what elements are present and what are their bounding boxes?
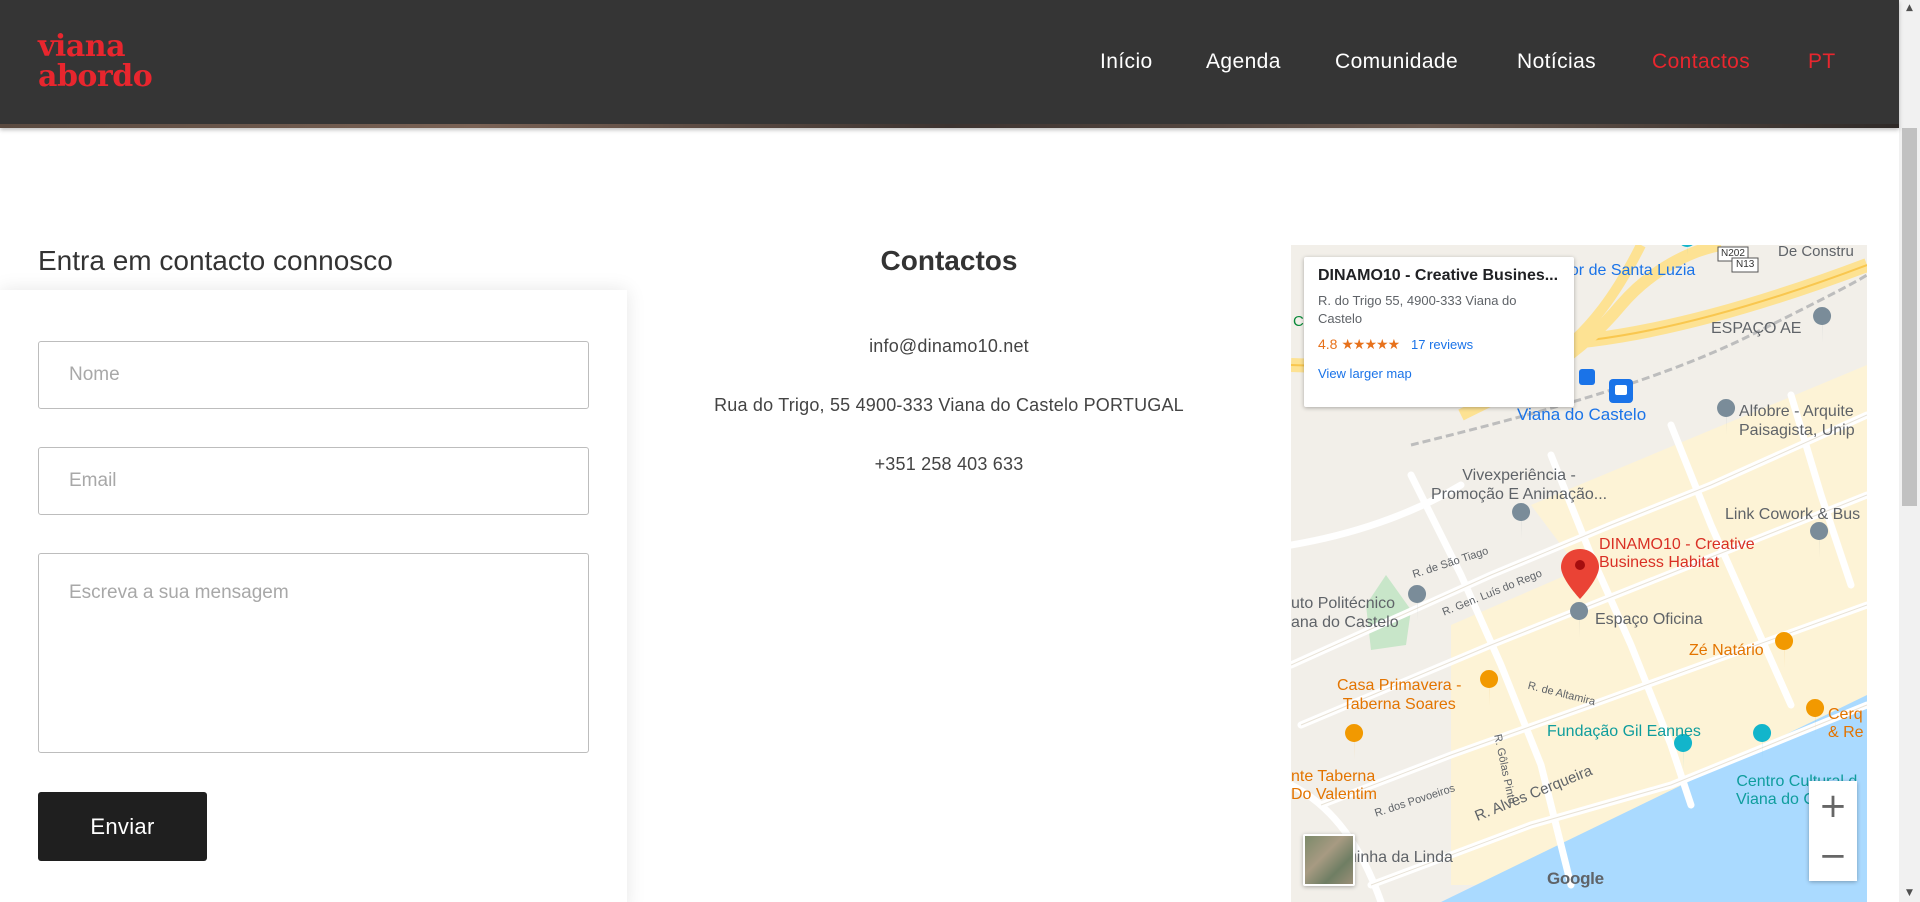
road-shield-n202: N202 bbox=[1721, 248, 1745, 259]
map-label-de-constru: De Constru bbox=[1778, 245, 1854, 260]
satellite-layer-toggle[interactable] bbox=[1303, 834, 1355, 886]
page-scrollbar[interactable]: ▲ ▼ bbox=[1899, 0, 1920, 902]
place-rating: 4.8 ★★★★★ 17 reviews bbox=[1318, 336, 1560, 353]
zoom-in-button[interactable]: + bbox=[1809, 781, 1857, 831]
header-image-strip bbox=[0, 124, 1899, 128]
map-label-vivexperiencia: Vivexperiência - Promoção E Animação... bbox=[1431, 467, 1608, 503]
road-shield-n13: N13 bbox=[1736, 259, 1755, 270]
map-label-politecnico: uto Politécnico ana do Castelo bbox=[1291, 595, 1399, 631]
view-larger-map-link[interactable]: View larger map bbox=[1318, 366, 1560, 381]
main-nav: Início Agenda Comunidade Notícias Contac… bbox=[0, 50, 1899, 80]
contact-phone[interactable]: +351 258 403 633 bbox=[627, 454, 1271, 475]
map-label-fundacao: Fundação Gil Eannes bbox=[1547, 723, 1701, 740]
contacts-title: Contactos bbox=[880, 245, 1018, 276]
scroll-up-icon[interactable]: ▲ bbox=[1899, 0, 1920, 17]
nav-item-noticias[interactable]: Notícias bbox=[1517, 50, 1596, 74]
name-input[interactable] bbox=[38, 341, 589, 409]
map-label-c: C bbox=[1293, 313, 1304, 330]
nav-item-comunidade[interactable]: Comunidade bbox=[1335, 50, 1458, 74]
map-label-espaco-ae: ESPAÇO AE bbox=[1711, 320, 1802, 337]
map-label-santa-luzia: dor de Santa Luzia bbox=[1561, 262, 1696, 279]
contact-address: Rua do Trigo, 55 4900-333 Viana do Caste… bbox=[714, 395, 1184, 415]
rating-stars-icon: ★★★★★ bbox=[1341, 336, 1400, 352]
scroll-thumb[interactable] bbox=[1902, 128, 1917, 506]
send-button[interactable]: Enviar bbox=[38, 792, 207, 861]
nav-item-inicio[interactable]: Início bbox=[1100, 50, 1153, 74]
google-logo: Google bbox=[1547, 869, 1604, 888]
map-label-taberna-valentim: nte Taberna Do Valentim bbox=[1291, 768, 1377, 803]
message-textarea[interactable] bbox=[38, 553, 589, 753]
place-address: R. do Trigo 55, 4900-333 Viana do Castel… bbox=[1318, 293, 1517, 326]
language-selector[interactable]: PT bbox=[1808, 50, 1836, 74]
rating-score: 4.8 bbox=[1318, 336, 1338, 352]
zoom-out-button[interactable]: − bbox=[1809, 831, 1857, 881]
map-label-casa-primavera: Casa Primavera - Taberna Soares bbox=[1337, 677, 1462, 713]
reviews-link[interactable]: 17 reviews bbox=[1411, 337, 1473, 352]
place-info-card: DINAMO10 - Creative Busines... R. do Tri… bbox=[1304, 257, 1574, 407]
contact-email[interactable]: info@dinamo10.net bbox=[627, 336, 1271, 357]
map-label-dinamo10[interactable]: DINAMO10 - Creative Business Habitat bbox=[1599, 536, 1755, 572]
map-label-ze-natario: Zé Natário bbox=[1689, 642, 1764, 659]
place-title: DINAMO10 - Creative Busines... bbox=[1318, 267, 1559, 284]
zoom-controls: + − bbox=[1809, 781, 1857, 881]
map-label-alfobre: Alfobre - Arquite Paisagista, Unip bbox=[1739, 403, 1855, 439]
scroll-down-icon[interactable]: ▼ bbox=[1899, 885, 1920, 902]
nav-item-contactos[interactable]: Contactos bbox=[1652, 50, 1750, 74]
map-label-espaco-oficina: Espaço Oficina bbox=[1595, 611, 1703, 628]
email-input[interactable] bbox=[38, 447, 589, 515]
map-label-viana: Viana do Castelo bbox=[1517, 405, 1647, 424]
contact-form-title: Entra em contacto connosco bbox=[38, 245, 393, 276]
map-label-cerq: Cerq & Re bbox=[1828, 706, 1864, 741]
embedded-map[interactable]: dor de Santa Luzia De Constru N202 N13 C… bbox=[1291, 245, 1867, 902]
map-label-link-cowork: Link Cowork & Bus bbox=[1725, 506, 1861, 523]
site-header: viana abordo Início Agenda Comunidade No… bbox=[0, 0, 1899, 128]
nav-item-agenda[interactable]: Agenda bbox=[1206, 50, 1281, 74]
